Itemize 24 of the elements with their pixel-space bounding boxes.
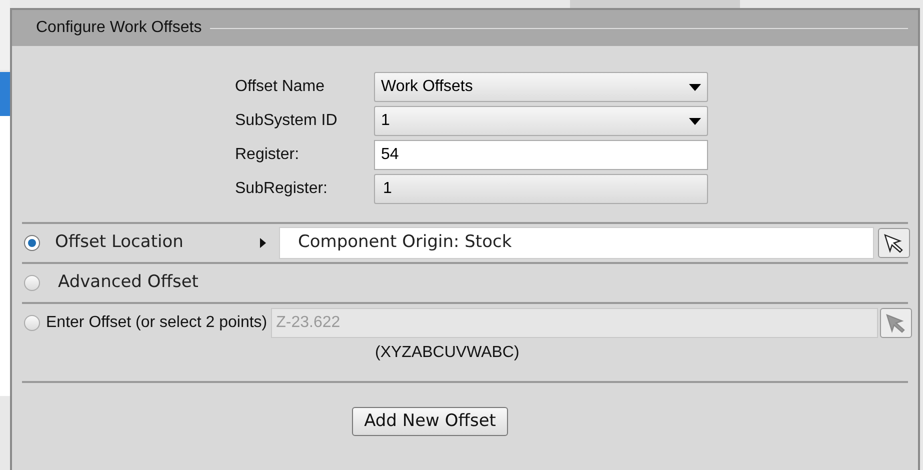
field-label: SubSystem ID — [235, 111, 338, 131]
input-field[interactable]: 54 — [374, 140, 708, 170]
caret-icon — [689, 84, 701, 90]
option-label: Offset Location — [55, 231, 184, 254]
field-label: Register: — [235, 145, 300, 165]
cursor-icon — [883, 233, 905, 253]
radio-button[interactable] — [24, 235, 40, 251]
field-label: Offset Name — [235, 77, 326, 97]
location-field[interactable]: Component Origin: Stock — [279, 227, 874, 259]
radio-button[interactable] — [24, 275, 40, 291]
caret-icon — [689, 118, 701, 124]
field-label: SubRegister: — [235, 179, 328, 199]
expand-arrow-icon[interactable] — [260, 238, 266, 248]
add-offset-button[interactable]: Add New Offset — [352, 407, 508, 436]
dropdown[interactable]: 1 — [374, 106, 708, 136]
option-label: Enter Offset (or select 2 points) — [46, 313, 268, 333]
dialog-title: Configure Work Offsets — [36, 18, 202, 38]
axis-hint: (XYZABCUVWABC) — [375, 343, 520, 363]
background-window — [0, 0, 10, 70]
option-label: Advanced Offset — [58, 271, 198, 294]
input-field[interactable]: 1 — [374, 174, 708, 204]
cursor-icon — [885, 313, 907, 333]
dropdown[interactable]: Work Offsets — [374, 72, 708, 102]
pick-button[interactable] — [878, 228, 910, 258]
